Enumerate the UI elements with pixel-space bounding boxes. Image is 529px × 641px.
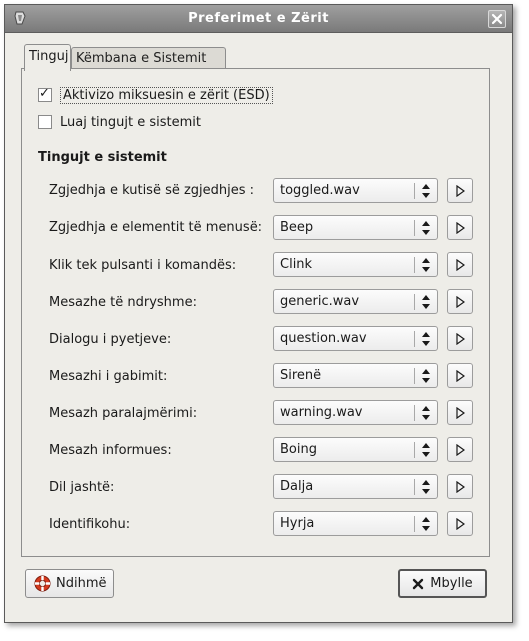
- sound-combo-value: question.wav: [280, 331, 367, 346]
- help-button-label: Ndihmë: [56, 576, 107, 591]
- sound-combo[interactable]: toggled.wav: [273, 178, 438, 203]
- sound-combo-value: Dalja: [280, 479, 314, 494]
- play-icon: [456, 481, 465, 493]
- updown-arrows-icon: [422, 517, 430, 531]
- enable-mixer-option[interactable]: ✓ Aktivizo miksuesin e zërit (ESD): [38, 86, 273, 104]
- combo-separator: [414, 368, 415, 384]
- combo-separator: [414, 257, 415, 273]
- play-icon: [456, 185, 465, 197]
- sound-combo[interactable]: warning.wav: [273, 400, 438, 425]
- sound-combo[interactable]: Dalja: [273, 474, 438, 499]
- sound-combo[interactable]: Sirenë: [273, 363, 438, 388]
- updown-arrows-icon: [422, 258, 430, 272]
- updown-arrows-icon: [422, 369, 430, 383]
- sound-combo[interactable]: Beep: [273, 215, 438, 240]
- section-title-system-sounds: Tingujt e sistemit: [38, 150, 167, 165]
- sound-combo[interactable]: Hyrja: [273, 511, 438, 536]
- sound-label: Dialogu i pyetjeve:: [49, 332, 172, 347]
- combo-separator: [414, 220, 415, 236]
- lifebuoy-icon: [34, 575, 51, 592]
- close-button-label: Mbylle: [430, 576, 473, 591]
- close-button[interactable]: Mbylle: [398, 569, 487, 598]
- play-icon: [456, 259, 465, 271]
- sound-label: Identifikohu:: [49, 517, 131, 532]
- close-icon: [491, 13, 503, 25]
- x-icon: [413, 578, 424, 589]
- sound-label: Dil jashtë:: [49, 480, 115, 495]
- play-system-sounds-option[interactable]: Luaj tingujt e sistemit: [38, 113, 201, 131]
- tab-sounds-label: Tinguj: [29, 49, 69, 64]
- sound-label: Mesazhe të ndryshme:: [49, 295, 197, 310]
- combo-separator: [414, 516, 415, 532]
- sound-label: Klik tek pulsanti i komandës:: [49, 258, 237, 273]
- sound-combo-value: Hyrja: [280, 516, 315, 531]
- play-sound-button[interactable]: [447, 252, 473, 277]
- play-icon: [456, 444, 465, 456]
- combo-separator: [414, 442, 415, 458]
- combo-separator: [414, 183, 415, 199]
- play-sound-button[interactable]: [447, 178, 473, 203]
- sound-combo-value: warning.wav: [280, 405, 363, 420]
- play-system-sounds-label: Luaj tingujt e sistemit: [60, 114, 202, 130]
- play-icon: [456, 296, 465, 308]
- tab-system-bell-label: Këmbana e Sistemit: [76, 51, 207, 66]
- play-icon: [456, 222, 465, 234]
- play-sound-button[interactable]: [447, 400, 473, 425]
- enable-mixer-checkbox[interactable]: ✓: [38, 86, 52, 102]
- sound-combo-value: generic.wav: [280, 294, 360, 309]
- play-icon: [456, 407, 465, 419]
- play-sound-button[interactable]: [447, 289, 473, 314]
- play-sound-button[interactable]: [447, 326, 473, 351]
- sound-combo[interactable]: Boing: [273, 437, 438, 462]
- play-icon: [456, 333, 465, 345]
- combo-separator: [414, 331, 415, 347]
- play-sound-button[interactable]: [447, 363, 473, 388]
- updown-arrows-icon: [422, 184, 430, 198]
- checkmark-icon: ✓: [39, 86, 50, 101]
- updown-arrows-icon: [422, 480, 430, 494]
- sound-combo[interactable]: Clink: [273, 252, 438, 277]
- sound-label: Mesazh informues:: [49, 443, 172, 458]
- sound-combo-value: Beep: [280, 220, 314, 235]
- tab-system-bell[interactable]: Këmbana e Sistemit: [71, 47, 226, 70]
- combo-separator: [414, 405, 415, 421]
- titlebar: Preferimet e Zërit: [5, 5, 512, 33]
- sound-label: Zgjedhja e kutisë së zgjedhjes :: [49, 183, 255, 198]
- combo-separator: [414, 479, 415, 495]
- updown-arrows-icon: [422, 332, 430, 346]
- combo-separator: [414, 294, 415, 310]
- sound-combo-value: toggled.wav: [280, 183, 360, 198]
- play-system-sounds-checkbox[interactable]: [38, 115, 52, 129]
- window-title: Preferimet e Zërit: [188, 11, 329, 26]
- sound-combo[interactable]: question.wav: [273, 326, 438, 351]
- updown-arrows-icon: [422, 406, 430, 420]
- play-icon: [456, 518, 465, 530]
- updown-arrows-icon: [422, 443, 430, 457]
- enable-mixer-label: Aktivizo miksuesin e zërit (ESD): [60, 86, 273, 104]
- sound-combo[interactable]: generic.wav: [273, 289, 438, 314]
- sound-label: Mesazh paralajmërimi:: [49, 406, 198, 421]
- tab-sounds[interactable]: Tinguj: [24, 44, 71, 71]
- sound-combo-value: Sirenë: [280, 368, 322, 383]
- updown-arrows-icon: [422, 295, 430, 309]
- sound-combo-value: Boing: [280, 442, 317, 457]
- sound-label: Mesazhi i gabimit:: [49, 369, 168, 384]
- updown-arrows-icon: [422, 221, 430, 235]
- play-sound-button[interactable]: [447, 474, 473, 499]
- play-icon: [456, 370, 465, 382]
- play-sound-button[interactable]: [447, 511, 473, 536]
- sound-label: Zgjedhja e elementit të menusë:: [49, 220, 263, 235]
- play-sound-button[interactable]: [447, 215, 473, 240]
- window-close-button[interactable]: [488, 10, 506, 28]
- help-button[interactable]: Ndihmë: [25, 569, 114, 598]
- sound-combo-value: Clink: [280, 257, 313, 272]
- play-sound-button[interactable]: [447, 437, 473, 462]
